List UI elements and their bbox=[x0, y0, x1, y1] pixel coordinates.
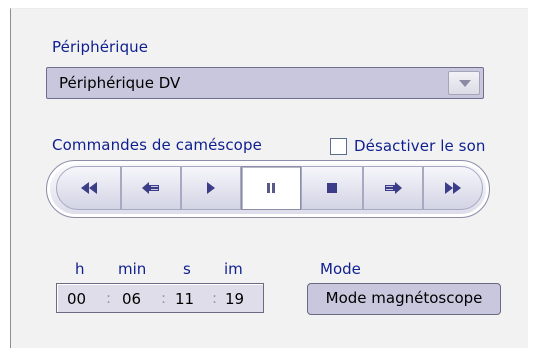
rewind-icon bbox=[80, 182, 97, 194]
timecode-field[interactable]: 00 : 06 : 11 : 19 bbox=[56, 283, 264, 313]
fast-forward-button[interactable] bbox=[423, 166, 483, 210]
seconds-value[interactable]: 11 bbox=[175, 290, 194, 308]
pause-icon bbox=[267, 183, 275, 193]
stop-icon bbox=[327, 183, 337, 193]
step-forward-button[interactable] bbox=[363, 166, 423, 210]
hours-label: h bbox=[75, 260, 85, 278]
time-separator: : bbox=[161, 289, 167, 307]
device-dropdown-value: Périphérique DV bbox=[59, 74, 181, 92]
mute-label[interactable]: Désactiver le son bbox=[354, 137, 486, 155]
time-separator: : bbox=[106, 289, 112, 307]
step-back-button[interactable] bbox=[121, 166, 181, 210]
mute-checkbox[interactable] bbox=[330, 138, 347, 155]
rewind-button[interactable] bbox=[56, 166, 121, 210]
time-separator: : bbox=[212, 289, 218, 307]
device-dropdown[interactable]: Périphérique DV bbox=[46, 67, 484, 99]
minutes-value[interactable]: 06 bbox=[122, 290, 141, 308]
step-forward-icon bbox=[385, 182, 402, 194]
mode-label: Mode bbox=[320, 260, 361, 278]
device-label: Périphérique bbox=[52, 38, 149, 56]
play-button[interactable] bbox=[181, 166, 241, 210]
hours-value[interactable]: 00 bbox=[67, 290, 86, 308]
stop-button[interactable] bbox=[301, 166, 363, 210]
minutes-label: min bbox=[118, 260, 147, 278]
chevron-down-icon bbox=[459, 80, 471, 87]
mode-button[interactable]: Mode magnétoscope bbox=[307, 283, 501, 315]
seconds-label: s bbox=[183, 260, 191, 278]
frames-value[interactable]: 19 bbox=[225, 290, 244, 308]
step-back-icon bbox=[142, 182, 159, 194]
frames-label: im bbox=[224, 260, 243, 278]
pause-button[interactable] bbox=[241, 166, 301, 210]
dropdown-arrow-button[interactable] bbox=[448, 71, 480, 95]
fast-forward-icon bbox=[445, 182, 461, 194]
play-icon bbox=[207, 182, 215, 194]
camcorder-controls-label: Commandes de caméscope bbox=[52, 136, 262, 154]
